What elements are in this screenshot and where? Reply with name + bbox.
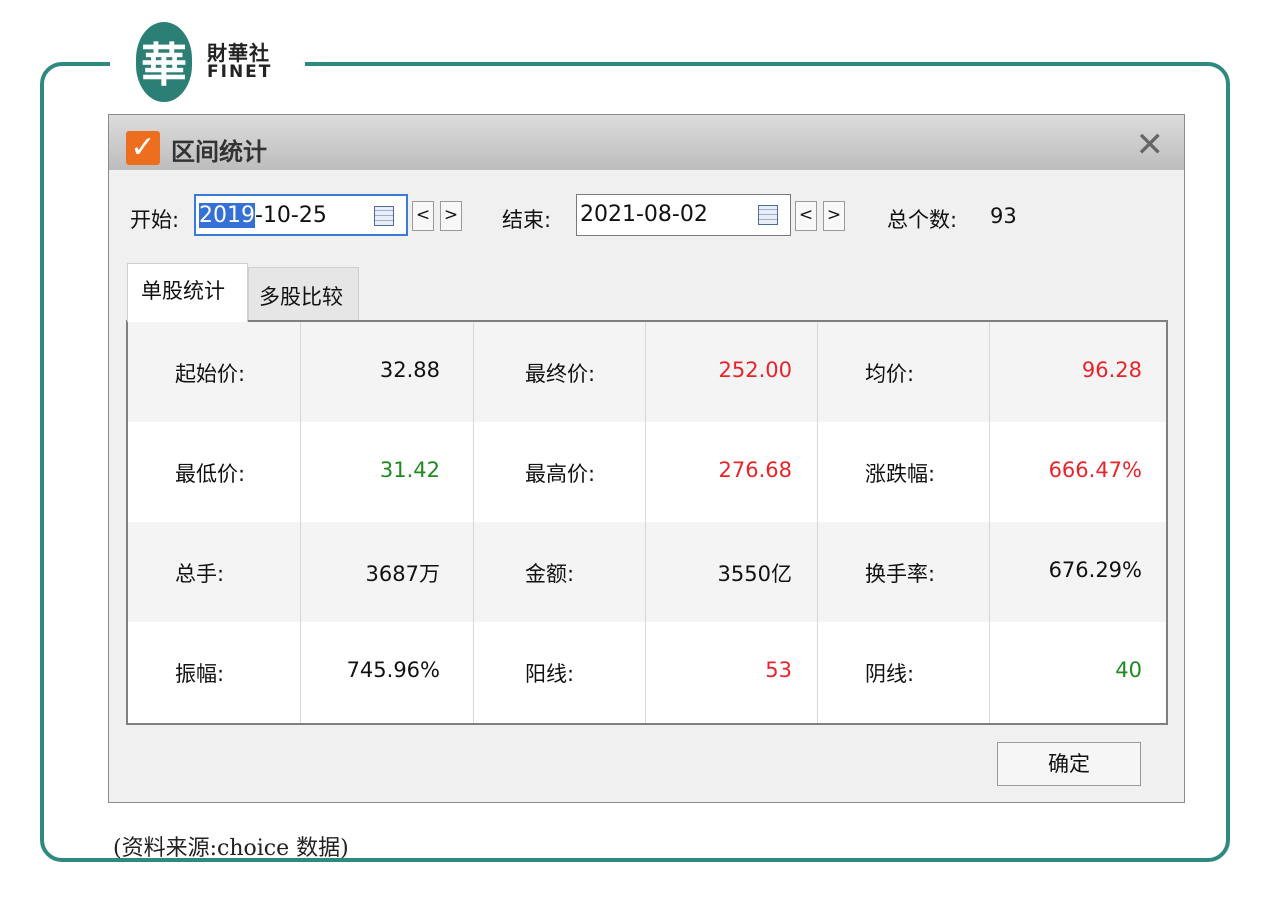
label-volume: 总手: bbox=[175, 562, 225, 586]
value-low-price: 31.42 bbox=[379, 458, 440, 482]
column-divider bbox=[300, 322, 301, 723]
calendar-icon[interactable] bbox=[374, 206, 394, 226]
value-start-price: 32.88 bbox=[379, 358, 440, 382]
value-volume: 3687万 bbox=[365, 562, 440, 586]
table-row bbox=[128, 522, 1166, 622]
value-down-candles: 40 bbox=[1115, 658, 1142, 682]
range-stats-dialog: ✓ 区间统计 ✕ 开始: 2019-10-25 < > 结束: 2021-08-… bbox=[108, 114, 1185, 803]
table-row bbox=[128, 422, 1166, 522]
stats-table: 起始价: 32.88 最终价: 252.00 均价: 96.28 最低价: 31… bbox=[126, 320, 1168, 725]
finet-logo-icon: 華 bbox=[136, 22, 192, 102]
value-up-candles: 53 bbox=[765, 658, 792, 682]
close-icon[interactable]: ✕ bbox=[1136, 125, 1165, 165]
start-prev-button[interactable]: < bbox=[412, 201, 434, 231]
value-amount: 3550亿 bbox=[717, 562, 792, 586]
checkmark-icon: ✓ bbox=[126, 131, 160, 165]
table-row bbox=[128, 322, 1166, 422]
value-amplitude: 745.96% bbox=[346, 658, 440, 682]
start-label: 开始: bbox=[130, 208, 180, 232]
tab-multi-stock[interactable]: 多股比较 bbox=[248, 267, 359, 320]
start-date-picker[interactable]: 2019-10-25 bbox=[194, 194, 408, 236]
end-label: 结束: bbox=[502, 208, 552, 232]
start-next-button[interactable]: > bbox=[440, 201, 462, 231]
end-date-picker[interactable]: 2021-08-02 bbox=[576, 194, 791, 236]
label-end-price: 最终价: bbox=[525, 362, 596, 386]
column-divider bbox=[989, 322, 990, 723]
label-start-price: 起始价: bbox=[175, 362, 246, 386]
dialog-title: 区间统计 bbox=[171, 138, 267, 166]
tab-single-stock[interactable]: 单股统计 bbox=[127, 263, 248, 322]
label-avg-price: 均价: bbox=[865, 362, 915, 386]
label-amount: 金额: bbox=[525, 562, 575, 586]
table-row bbox=[128, 622, 1166, 722]
count-value: 93 bbox=[990, 204, 1017, 228]
brand-name-en: FINET bbox=[207, 62, 273, 82]
start-date-rest: -10-25 bbox=[255, 203, 327, 228]
column-divider bbox=[817, 322, 818, 723]
label-low-price: 最低价: bbox=[175, 462, 246, 486]
column-divider bbox=[473, 322, 474, 723]
value-change-pct: 666.47% bbox=[1048, 458, 1142, 482]
start-date-value[interactable]: 2019-10-25 bbox=[199, 203, 327, 228]
end-prev-button[interactable]: < bbox=[795, 201, 817, 231]
dialog-titlebar: ✓ 区间统计 ✕ bbox=[109, 115, 1184, 170]
source-note: (资料来源:choice 数据) bbox=[113, 836, 349, 861]
end-date-value[interactable]: 2021-08-02 bbox=[580, 202, 708, 227]
start-date-year-selected: 2019 bbox=[199, 203, 255, 228]
value-turnover: 676.29% bbox=[1048, 558, 1142, 582]
count-label: 总个数: bbox=[887, 208, 958, 232]
label-amplitude: 振幅: bbox=[175, 662, 225, 686]
value-avg-price: 96.28 bbox=[1081, 358, 1142, 382]
label-high-price: 最高价: bbox=[525, 462, 596, 486]
label-turnover: 换手率: bbox=[865, 562, 936, 586]
end-next-button[interactable]: > bbox=[823, 201, 845, 231]
value-high-price: 276.68 bbox=[718, 458, 792, 482]
label-down-candles: 阴线: bbox=[865, 662, 915, 686]
value-end-price: 252.00 bbox=[718, 358, 792, 382]
label-change-pct: 涨跌幅: bbox=[865, 462, 936, 486]
column-divider bbox=[645, 322, 646, 723]
ok-button[interactable]: 确定 bbox=[997, 742, 1141, 786]
calendar-icon[interactable] bbox=[758, 205, 778, 225]
label-up-candles: 阳线: bbox=[525, 662, 575, 686]
